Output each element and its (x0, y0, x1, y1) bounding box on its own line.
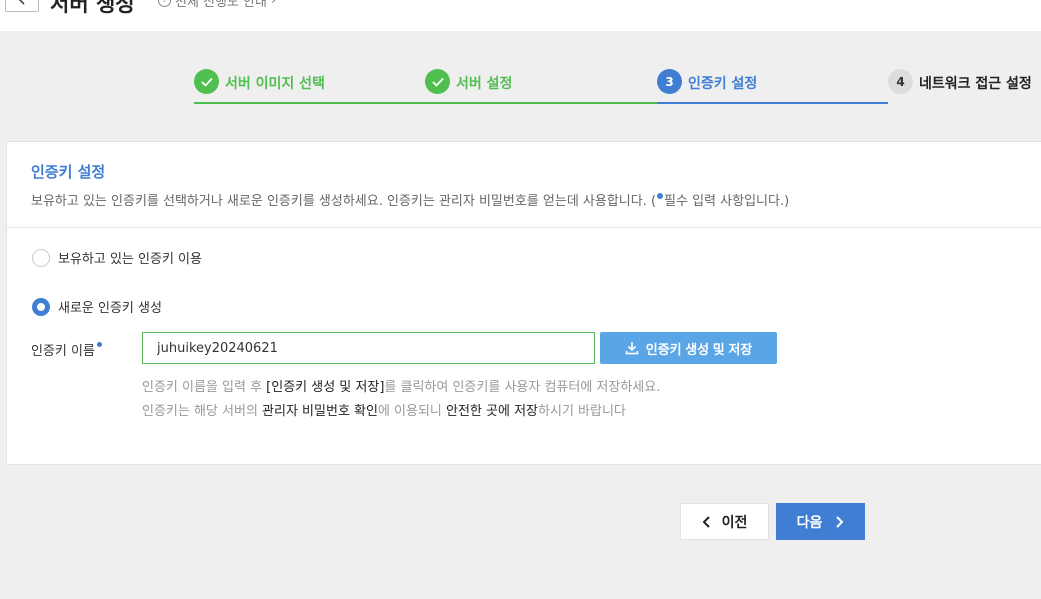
step-label: 서버 설정 (456, 76, 513, 92)
stepper: 서버 이미지 선택 서버 설정 3 인증키 설정 4 네트워크 접근 설정 (194, 66, 1041, 104)
hint-emphasis: [인증키 생성 및 저장] (266, 380, 385, 395)
chevron-right-icon (836, 515, 844, 528)
help-link-label: 전체 진행도 안내 (175, 0, 267, 10)
required-dot-icon (96, 342, 102, 347)
hint-text: 에 이용되니 (377, 404, 447, 419)
previous-label: 이전 (721, 513, 748, 530)
next-button[interactable]: 다음 (776, 503, 865, 540)
key-name-label: 인증키 이름 (31, 340, 102, 359)
step-auth-key: 3 인증키 설정 (657, 66, 888, 104)
generate-save-key-label: 인증키 생성 및 저장 (645, 341, 753, 357)
option-existing-key[interactable]: 보유하고 있는 인증키 이용 (32, 248, 202, 267)
step-label: 인증키 설정 (688, 76, 758, 92)
step-progress-line (425, 102, 657, 104)
required-dot-icon (657, 193, 664, 199)
hint-text: 하시기 바랍니다 (538, 404, 626, 419)
description-text: 보유하고 있는 인증키를 선택하거나 새로운 인증키를 생성하세요. 인증키는 … (31, 194, 657, 209)
section-description: 보유하고 있는 인증키를 선택하거나 새로운 인증키를 생성하세요. 인증키는 … (31, 190, 789, 209)
step-progress-line (194, 102, 425, 104)
step-number: 3 (657, 69, 682, 94)
hint-emphasis: 안전한 곳에 저장 (446, 404, 539, 419)
download-icon (625, 342, 639, 355)
generate-save-key-button[interactable]: 인증키 생성 및 저장 (600, 332, 777, 364)
section-title: 인증키 설정 (31, 163, 106, 181)
radio-checked[interactable] (32, 297, 50, 316)
step-label: 서버 이미지 선택 (225, 76, 325, 92)
step-network-access: 4 네트워크 접근 설정 (888, 66, 1041, 104)
step-label: 네트워크 접근 설정 (919, 76, 1032, 92)
step-number: 4 (888, 69, 913, 94)
divider (7, 227, 1041, 228)
chevron-left-icon (702, 515, 710, 528)
hint-text: 인증키 이름을 입력 후 (142, 380, 267, 395)
radio-unchecked[interactable] (32, 248, 50, 267)
option-label: 보유하고 있는 인증키 이용 (58, 252, 202, 267)
help-link[interactable]: ? 전체 진행도 안내 › (158, 0, 276, 10)
key-name-input[interactable] (142, 332, 595, 364)
check-icon (194, 69, 219, 94)
back-button[interactable] (5, 0, 39, 12)
step-progress-line (888, 102, 1041, 104)
question-icon: ? (158, 0, 171, 7)
check-icon (425, 69, 450, 94)
top-header: 서버 생성 ? 전체 진행도 안내 › (0, 0, 1041, 31)
page-title: 서버 생성 (50, 0, 135, 16)
hint-line-2: 인증키는 해당 서버의 관리자 비밀번호 확인에 이용되니 안전한 곳에 저장하… (142, 400, 626, 419)
hint-line-1: 인증키 이름을 입력 후 [인증키 생성 및 저장]를 클릭하여 인증키를 사용… (142, 376, 660, 395)
next-label: 다음 (796, 513, 823, 530)
hint-text: 인증키는 해당 서버의 (142, 404, 263, 419)
chevron-left-icon (18, 0, 25, 5)
step-server-settings: 서버 설정 (425, 66, 657, 104)
step-server-image: 서버 이미지 선택 (194, 66, 425, 104)
previous-button[interactable]: 이전 (680, 503, 769, 540)
description-required-text: 필수 입력 사항입니다.) (664, 194, 790, 209)
step-progress-line (657, 102, 888, 104)
key-name-label-text: 인증키 이름 (31, 344, 95, 359)
chevron-right-icon: › (271, 0, 277, 8)
option-new-key[interactable]: 새로운 인증키 생성 (32, 297, 162, 316)
option-label: 새로운 인증키 생성 (58, 301, 162, 316)
auth-key-card: 인증키 설정 보유하고 있는 인증키를 선택하거나 새로운 인증키를 생성하세요… (6, 141, 1041, 465)
hint-emphasis: 관리자 비밀번호 확인 (262, 404, 378, 419)
hint-text: 를 클릭하여 인증키를 사용자 컴퓨터에 저장하세요. (384, 380, 661, 395)
